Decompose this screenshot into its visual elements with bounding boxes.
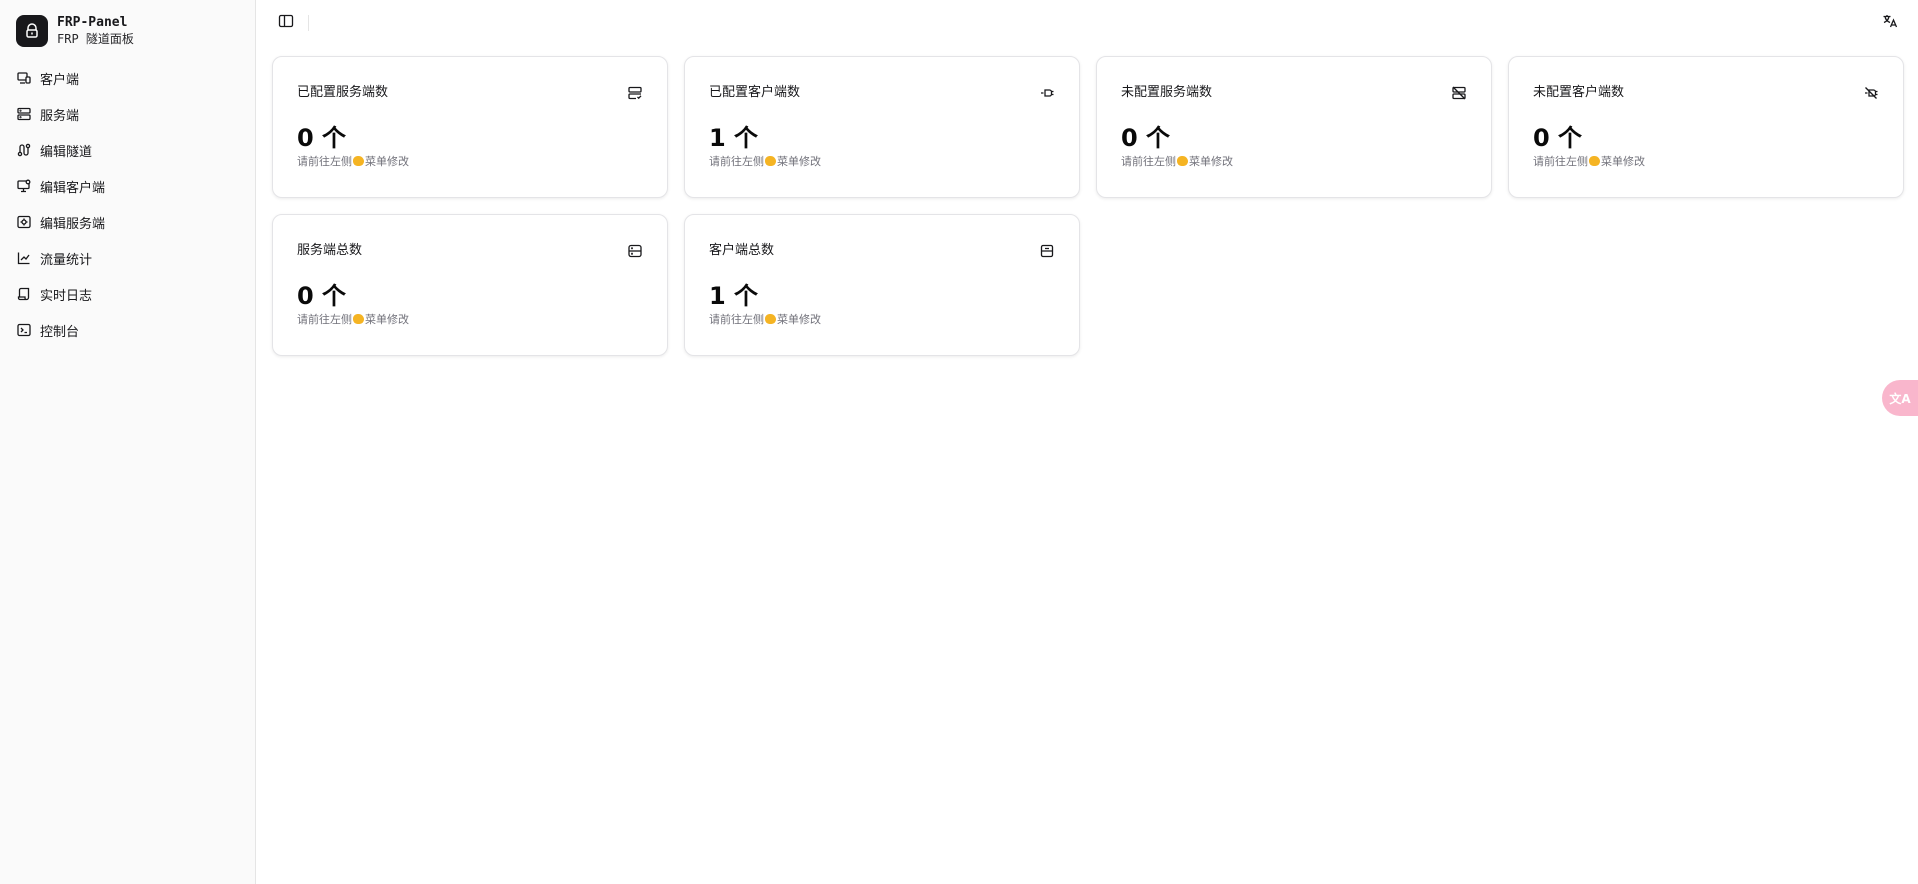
brand[interactable]: FRP-Panel FRP 隧道面板 [10,12,245,56]
hint-after: 菜单修改 [365,155,409,168]
sidebar-item-edit-tunnel[interactable]: 编辑隧道 [10,132,245,168]
sidebar-item-label: 控制台 [40,324,80,340]
translate-icon: 文A [1889,391,1911,406]
topbar-divider [308,15,309,31]
main-content: 已配置服务端数 0 个 请前往左侧 菜单修改 已配置客户端数 1 个 请前往左侧… [256,0,1918,884]
plug-icon [1039,85,1055,101]
stat-card-total-servers: 服务端总数 0 个 请前往左侧 菜单修改 [272,214,668,356]
card-hint: 请前往左侧 菜单修改 [709,153,1055,169]
sidebar-item-realtime-log[interactable]: 实时日志 [10,276,245,312]
sidebar-toggle-button[interactable] [272,9,300,37]
hint-after: 菜单修改 [777,155,821,168]
hint-before: 请前往左侧 [709,155,764,168]
stat-card-configured-clients: 已配置客户端数 1 个 请前往左侧 菜单修改 [684,56,1080,198]
sidebar-item-clients[interactable]: 客户端 [10,60,245,96]
sidebar-item-label: 实时日志 [40,288,93,304]
pointing-hand-icon [353,314,364,324]
sidebar-item-label: 服务端 [40,108,80,124]
stat-card-unconfigured-clients: 未配置客户端数 0 个 请前往左侧 菜单修改 [1508,56,1904,198]
card-title: 已配置客户端数 [709,85,801,100]
sidebar: FRP-Panel FRP 隧道面板 客户端 服务端 编辑隧道 编辑客户端 编辑… [0,0,256,884]
card-value: 1 个 [709,124,759,152]
card-title: 客户端总数 [709,243,775,258]
hint-after: 菜单修改 [777,313,821,326]
hint-after: 菜单修改 [365,313,409,326]
card-title: 未配置客户端数 [1533,85,1625,100]
card-value: 1 个 [709,282,759,310]
card-title: 服务端总数 [297,243,363,258]
sidebar-nav: 客户端 服务端 编辑隧道 编辑客户端 编辑服务端 流量统计 实时日志 控制台 [10,60,245,348]
card-title: 已配置服务端数 [297,85,389,100]
stats-grid: 已配置服务端数 0 个 请前往左侧 菜单修改 已配置客户端数 1 个 请前往左侧… [256,46,1918,356]
plug-off-icon [1863,85,1879,101]
terminal-icon [16,322,32,338]
stat-card-unconfigured-servers: 未配置服务端数 0 个 请前往左侧 菜单修改 [1096,56,1492,198]
monitor-cog-icon [16,178,32,194]
hint-after: 菜单修改 [1601,155,1645,168]
floating-translate-button[interactable]: 文A [1882,380,1918,416]
card-hint: 请前往左侧 菜单修改 [297,153,643,169]
hint-before: 请前往左侧 [1533,155,1588,168]
server-cog-icon [16,214,32,230]
pointing-hand-icon [1177,156,1188,166]
card-value: 0 个 [1533,124,1583,152]
sidebar-item-label: 编辑服务端 [40,216,106,232]
chart-icon [16,250,32,266]
brand-subtitle: FRP 隧道面板 [57,32,134,46]
sidebar-item-edit-server[interactable]: 编辑服务端 [10,204,245,240]
stat-card-total-clients: 客户端总数 1 个 请前往左侧 菜单修改 [684,214,1080,356]
server-off-icon [1451,85,1467,101]
card-value: 0 个 [297,282,347,310]
hint-before: 请前往左侧 [709,313,764,326]
server-icon [16,106,32,122]
topbar [256,0,1918,46]
hint-before: 请前往左侧 [297,313,352,326]
sidebar-item-edit-client[interactable]: 编辑客户端 [10,168,245,204]
pointing-hand-icon [353,156,364,166]
sidebar-item-traffic-stats[interactable]: 流量统计 [10,240,245,276]
sidebar-item-label: 流量统计 [40,252,93,268]
pointing-hand-icon [1589,156,1600,166]
brand-title: FRP-Panel [57,15,128,30]
card-hint: 请前往左侧 菜单修改 [709,311,1055,327]
server-icon [627,243,643,259]
server-check-icon [627,85,643,101]
card-value: 0 个 [1121,124,1171,152]
languages-icon [1882,13,1898,33]
card-title: 未配置服务端数 [1121,85,1213,100]
sidebar-item-servers[interactable]: 服务端 [10,96,245,132]
sidebar-item-console[interactable]: 控制台 [10,312,245,348]
stat-card-configured-servers: 已配置服务端数 0 个 请前往左侧 菜单修改 [272,56,668,198]
route-icon [16,142,32,158]
sidebar-item-label: 客户端 [40,72,80,88]
monitor-smartphone-icon [16,70,32,86]
app-root: FRP-Panel FRP 隧道面板 客户端 服务端 编辑隧道 编辑客户端 编辑… [0,0,1918,884]
monitor-icon [1039,243,1055,259]
card-hint: 请前往左侧 菜单修改 [1121,153,1467,169]
card-hint: 请前往左侧 菜单修改 [1533,153,1879,169]
sidebar-item-label: 编辑客户端 [40,180,106,196]
sidebar-item-label: 编辑隧道 [40,144,93,160]
panel-left-icon [278,13,294,33]
card-hint: 请前往左侧 菜单修改 [297,311,643,327]
pointing-hand-icon [765,156,776,166]
pointing-hand-icon [765,314,776,324]
scroll-icon [16,286,32,302]
hint-after: 菜单修改 [1189,155,1233,168]
card-value: 0 个 [297,124,347,152]
hint-before: 请前往左侧 [1121,155,1176,168]
language-button[interactable] [1876,9,1904,37]
hint-before: 请前往左侧 [297,155,352,168]
lock-shield-icon [16,15,48,47]
